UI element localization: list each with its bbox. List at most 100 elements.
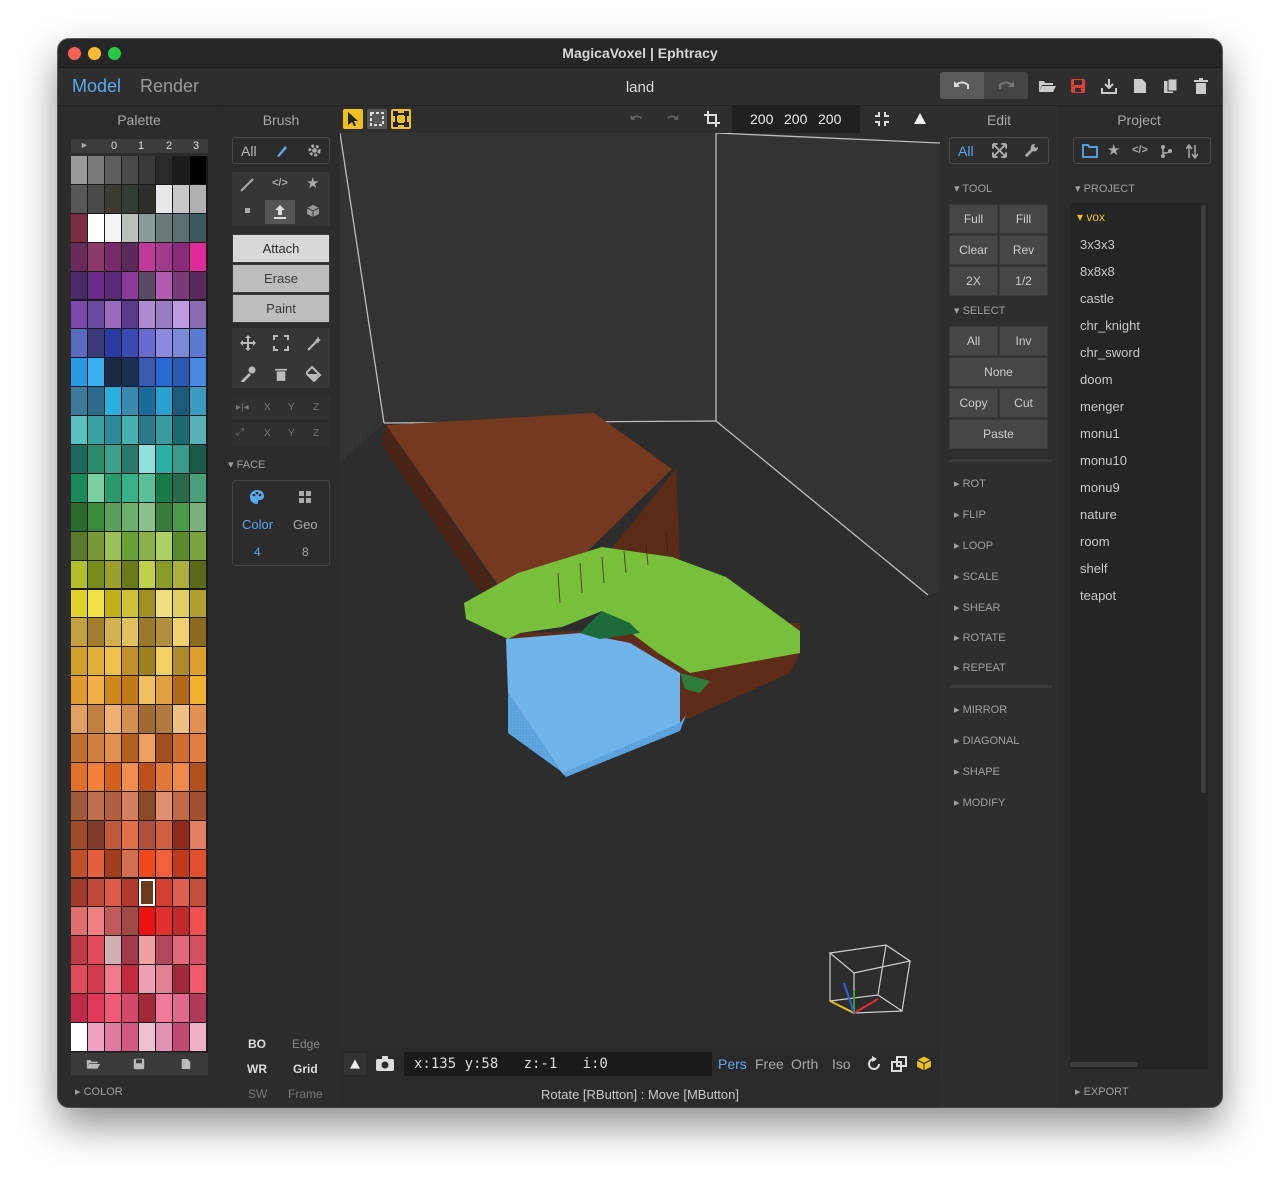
palette-swatch[interactable] (173, 907, 189, 936)
palette-swatch[interactable] (105, 242, 121, 271)
palette-swatch[interactable] (105, 387, 121, 416)
palette-swatch[interactable] (88, 705, 104, 733)
size-x-value[interactable]: 200 (750, 111, 773, 127)
project-item[interactable]: menger (1080, 399, 1124, 414)
palette-swatch[interactable] (105, 676, 121, 705)
grid-toggle[interactable]: Grid (293, 1062, 318, 1076)
palette-swatch[interactable] (71, 473, 87, 502)
palette-swatch[interactable] (139, 705, 155, 733)
voxel-scene[interactable] (340, 133, 940, 1048)
palette-swatch[interactable] (190, 734, 206, 762)
palette-swatch[interactable] (139, 618, 155, 647)
select-all-button[interactable]: All (949, 326, 998, 356)
magic-wand-icon[interactable] (306, 335, 322, 351)
mirror-y-toggle[interactable]: Y (288, 402, 295, 413)
palette-swatch[interactable] (173, 791, 189, 820)
palette-swatch[interactable] (190, 329, 206, 358)
palette-swatch[interactable] (88, 213, 104, 242)
palette-swatch[interactable] (156, 878, 172, 907)
palette-swatch[interactable] (190, 416, 206, 444)
project-item[interactable]: 8x8x8 (1080, 264, 1115, 279)
project-item[interactable]: 3x3x3 (1080, 237, 1115, 252)
palette-swatch[interactable] (105, 965, 121, 994)
palette-swatch[interactable] (122, 762, 138, 791)
palette-swatch[interactable] (156, 445, 172, 473)
palette-swatch[interactable] (71, 820, 87, 849)
palette-swatch[interactable] (190, 560, 206, 589)
new-file-button[interactable] (1125, 72, 1155, 99)
palette-swatch[interactable] (173, 560, 189, 589)
gear-icon[interactable] (307, 143, 322, 158)
loop-section-toggle[interactable]: ▸ LOOP (954, 539, 993, 552)
project-item[interactable]: room (1080, 534, 1110, 549)
palette-swatch[interactable] (71, 589, 87, 618)
transform-button[interactable] (391, 109, 411, 129)
palette-swatch[interactable] (190, 994, 206, 1022)
view-iso[interactable]: Iso (832, 1056, 851, 1072)
lock-y-toggle[interactable]: Y (288, 428, 295, 439)
star-icon[interactable]: ★ (1107, 141, 1120, 159)
shape-section-toggle[interactable]: ▸ SHAPE (954, 765, 1000, 778)
face-section-toggle[interactable]: ▾ FACE (228, 458, 265, 471)
palette-swatch[interactable] (122, 994, 138, 1022)
mirror-x-toggle[interactable]: X (264, 402, 271, 413)
project-scrollbar[interactable] (1201, 205, 1206, 793)
palette-swatch[interactable] (122, 473, 138, 502)
size-z-value[interactable]: 200 (818, 111, 841, 127)
expand-icon[interactable] (992, 143, 1007, 158)
palette-swatch[interactable] (122, 300, 138, 329)
palette-swatch[interactable] (139, 734, 155, 762)
palette-swatch[interactable] (88, 473, 104, 502)
palette-swatch[interactable] (71, 676, 87, 705)
palette-swatch[interactable] (122, 1023, 138, 1051)
folder-icon[interactable] (1082, 144, 1098, 158)
palette-swatch[interactable] (71, 734, 87, 762)
triangle-up-icon[interactable] (914, 113, 926, 124)
camera-icon[interactable] (376, 1056, 394, 1071)
palette-swatch[interactable] (190, 184, 206, 213)
palette-swatch[interactable] (190, 358, 206, 387)
box-select-button[interactable] (367, 109, 387, 129)
palette-swatch[interactable] (156, 242, 172, 271)
shear-section-toggle[interactable]: ▸ SHEAR (954, 601, 1000, 614)
rev-button[interactable]: Rev (999, 235, 1048, 265)
palette-swatch[interactable] (190, 849, 206, 878)
palette-swatch[interactable] (105, 445, 121, 473)
diagonal-section-toggle[interactable]: ▸ DIAGONAL (954, 734, 1019, 747)
rotate-section-toggle[interactable]: ▸ ROTATE (954, 631, 1006, 644)
palette-swatch[interactable] (71, 1023, 87, 1051)
palette-swatch[interactable] (122, 358, 138, 387)
pen-icon[interactable] (275, 144, 289, 158)
palette-swatch[interactable] (139, 358, 155, 387)
palette-page-1[interactable]: 1 (138, 140, 144, 152)
brush-filter-all[interactable]: All (241, 143, 257, 159)
project-item[interactable]: monu10 (1080, 453, 1127, 468)
palette-swatch[interactable] (139, 531, 155, 560)
palette-swatch[interactable] (88, 762, 104, 791)
palette-grid[interactable] (71, 156, 208, 1052)
palette-swatch[interactable] (122, 705, 138, 733)
palette-swatch[interactable] (173, 1023, 189, 1051)
select-none-button[interactable]: None (949, 357, 1048, 387)
palette-swatch[interactable] (105, 271, 121, 300)
palette-swatch[interactable] (71, 213, 87, 242)
palette-swatch[interactable] (88, 156, 104, 184)
box-brush-icon[interactable] (306, 204, 320, 218)
palette-swatch[interactable] (105, 936, 121, 965)
palette-swatch[interactable] (105, 1023, 121, 1051)
line-brush-icon[interactable] (240, 178, 254, 192)
wrench-icon[interactable] (1024, 143, 1039, 158)
palette-swatch[interactable] (156, 300, 172, 329)
crop-icon[interactable] (704, 111, 720, 127)
palette-swatch[interactable] (139, 213, 155, 242)
palette-swatch[interactable] (88, 849, 104, 878)
palette-swatch[interactable] (139, 387, 155, 416)
palette-swatch[interactable] (88, 271, 104, 300)
palette-swatch[interactable] (173, 387, 189, 416)
palette-swatch[interactable] (71, 560, 87, 589)
palette-swatch[interactable] (173, 965, 189, 994)
palette-swatch[interactable] (139, 965, 155, 994)
project-item[interactable]: teapot (1080, 588, 1116, 603)
fill-button[interactable]: Fill (999, 204, 1048, 234)
mirror-section-toggle[interactable]: ▸ MIRROR (954, 703, 1007, 716)
